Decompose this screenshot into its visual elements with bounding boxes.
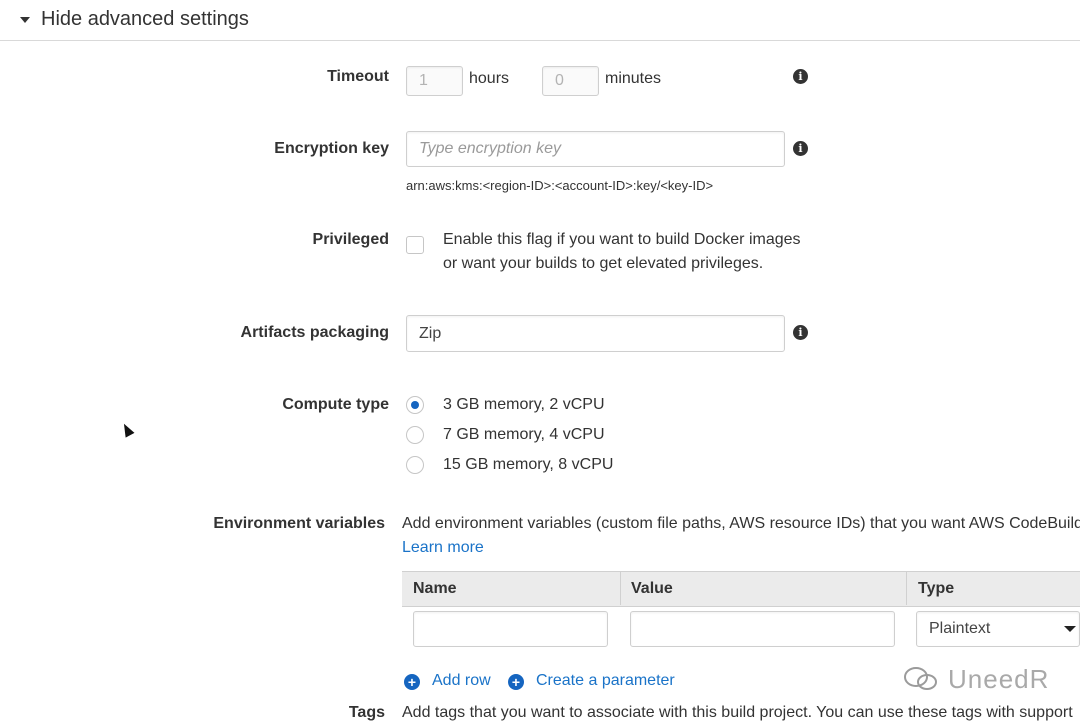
compute-option-radio[interactable] <box>406 426 424 444</box>
env-type-select[interactable]: Plaintext <box>916 611 1080 647</box>
watermark-text: UneedR <box>948 664 1050 694</box>
artifacts-packaging-value: Zip <box>419 324 442 342</box>
plus-circle-icon[interactable]: + <box>508 674 524 690</box>
privileged-checkbox[interactable] <box>406 236 424 254</box>
encryption-key-input[interactable]: Type encryption key <box>406 131 785 167</box>
artifacts-packaging-field[interactable]: Zip <box>406 315 785 352</box>
environment-variables-description: Add environment variables (custom file p… <box>402 515 1080 532</box>
privileged-description-line1: Enable this flag if you want to build Do… <box>443 231 801 248</box>
info-icon[interactable]: i <box>793 325 808 340</box>
encryption-key-hint: arn:aws:kms:<region-ID>:<account-ID>:key… <box>406 178 714 193</box>
learn-more-link[interactable]: Learn more <box>402 539 484 557</box>
env-name-input[interactable] <box>413 611 608 647</box>
mouse-cursor-icon <box>119 421 135 438</box>
column-divider <box>906 572 907 605</box>
env-value-input[interactable] <box>630 611 895 647</box>
privileged-description-line2: or want your builds to get elevated priv… <box>443 255 764 272</box>
timeout-minutes-input[interactable]: 0 <box>542 66 599 96</box>
column-header-type: Type <box>918 580 955 597</box>
column-divider <box>620 572 621 605</box>
compute-option-label[interactable]: 7 GB memory, 4 vCPU <box>443 426 605 444</box>
env-table-header <box>402 571 1080 607</box>
tags-description: Add tags that you want to associate with… <box>402 704 1073 721</box>
plus-circle-icon[interactable]: + <box>404 674 420 690</box>
encryption-key-label: Encryption key <box>274 140 389 157</box>
create-parameter-link[interactable]: Create a parameter <box>536 672 675 690</box>
caret-down-icon[interactable] <box>20 17 30 23</box>
compute-option-label[interactable]: 3 GB memory, 2 vCPU <box>443 396 605 414</box>
compute-type-label: Compute type <box>282 396 389 413</box>
wechat-logo-icon <box>903 666 939 692</box>
timeout-minutes-value: 0 <box>555 72 564 89</box>
info-icon[interactable]: i <box>793 141 808 156</box>
timeout-hours-value: 1 <box>419 72 428 89</box>
timeout-hours-input[interactable]: 1 <box>406 66 463 96</box>
minutes-unit-label: minutes <box>605 70 662 87</box>
encryption-key-placeholder: Type encryption key <box>419 140 561 157</box>
privileged-label: Privileged <box>312 231 389 248</box>
column-header-value: Value <box>631 580 673 597</box>
advanced-settings-header[interactable]: Hide advanced settings <box>0 0 1080 41</box>
compute-option-label[interactable]: 15 GB memory, 8 vCPU <box>443 456 613 474</box>
chevron-down-icon[interactable] <box>1064 626 1076 632</box>
compute-option-radio[interactable] <box>406 396 424 414</box>
env-type-value: Plaintext <box>929 620 991 637</box>
add-row-link[interactable]: Add row <box>432 672 491 690</box>
tags-label: Tags <box>348 704 385 721</box>
hours-unit-label: hours <box>469 70 510 87</box>
artifacts-packaging-label: Artifacts packaging <box>240 324 389 341</box>
info-icon[interactable]: i <box>793 69 808 84</box>
timeout-label: Timeout <box>327 68 389 85</box>
compute-option-radio[interactable] <box>406 456 424 474</box>
environment-variables-label: Environment variables <box>213 515 385 532</box>
section-title[interactable]: Hide advanced settings <box>41 8 249 31</box>
column-header-name: Name <box>413 580 457 597</box>
